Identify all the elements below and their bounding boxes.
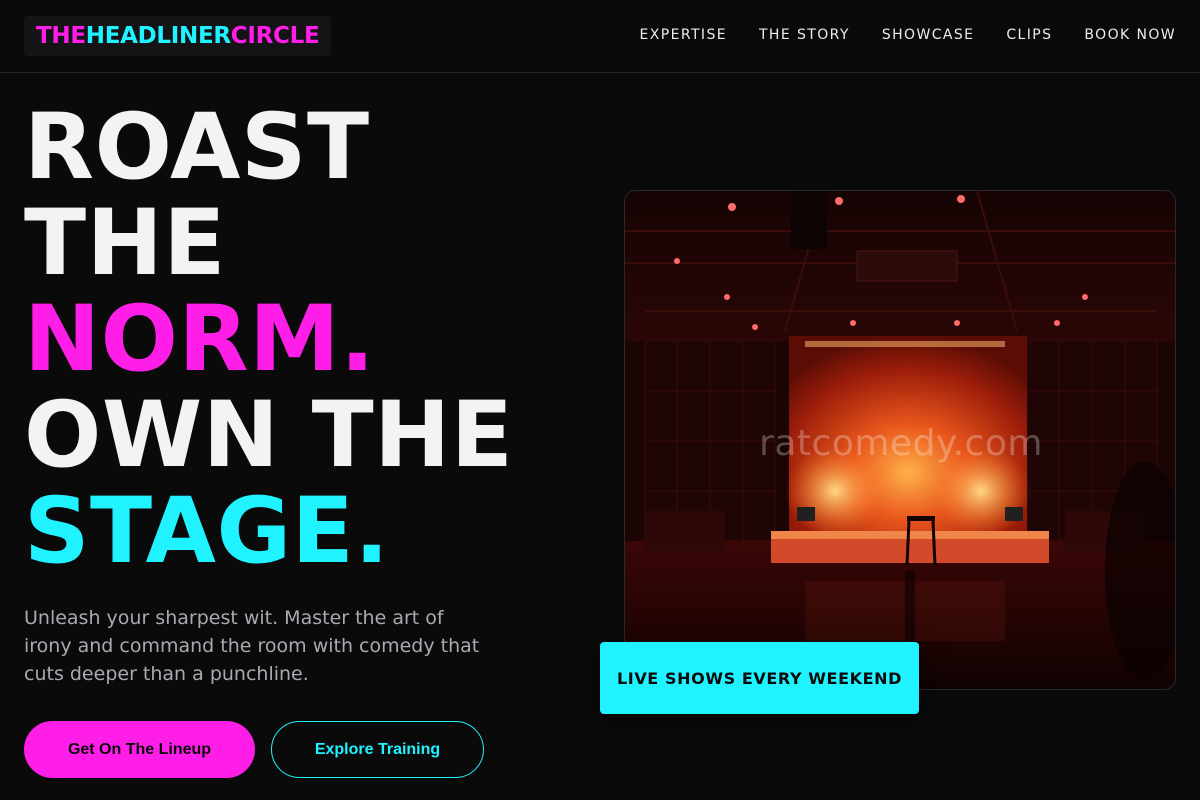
comedy-stage-photo: ratcomedy.com — [624, 190, 1176, 690]
hero-line-roast: ROAST — [24, 95, 370, 200]
image-watermark: ratcomedy.com — [759, 423, 1043, 464]
nav-link-book-now[interactable]: BOOK NOW — [1084, 27, 1176, 43]
hero-line-stage: STAGE. — [24, 479, 390, 584]
live-shows-badge: LIVE SHOWS EVERY WEEKEND — [600, 642, 919, 714]
hero-line-own-the: OWN THE — [24, 383, 514, 488]
hero-line-norm: NORM. — [24, 287, 376, 392]
brand-logo[interactable]: THE HEADLINER CIRCLE — [24, 16, 332, 56]
hero-line-the: THE — [24, 191, 226, 296]
top-navigation: THE HEADLINER CIRCLE EXPERTISE THE STORY… — [0, 0, 1200, 73]
nav-link-expertise[interactable]: EXPERTISE — [640, 27, 727, 43]
nav-link-clips[interactable]: CLIPS — [1006, 27, 1052, 43]
brand-logo-the: THE — [36, 23, 86, 49]
hero-headline: ROAST THE NORM. OWN THE STAGE. — [24, 100, 513, 580]
brand-logo-circle: CIRCLE — [230, 23, 320, 49]
get-on-lineup-button[interactable]: Get On The Lineup — [24, 721, 255, 778]
brand-logo-headliner: HEADLINER — [85, 23, 231, 49]
nav-link-showcase[interactable]: SHOWCASE — [882, 27, 975, 43]
hero-subtitle: Unleash your sharpest wit. Master the ar… — [24, 607, 480, 685]
nav-link-the-story[interactable]: THE STORY — [759, 27, 850, 43]
nav-links: EXPERTISE THE STORY SHOWCASE CLIPS BOOK … — [640, 0, 1176, 70]
explore-training-button[interactable]: Explore Training — [271, 721, 484, 778]
